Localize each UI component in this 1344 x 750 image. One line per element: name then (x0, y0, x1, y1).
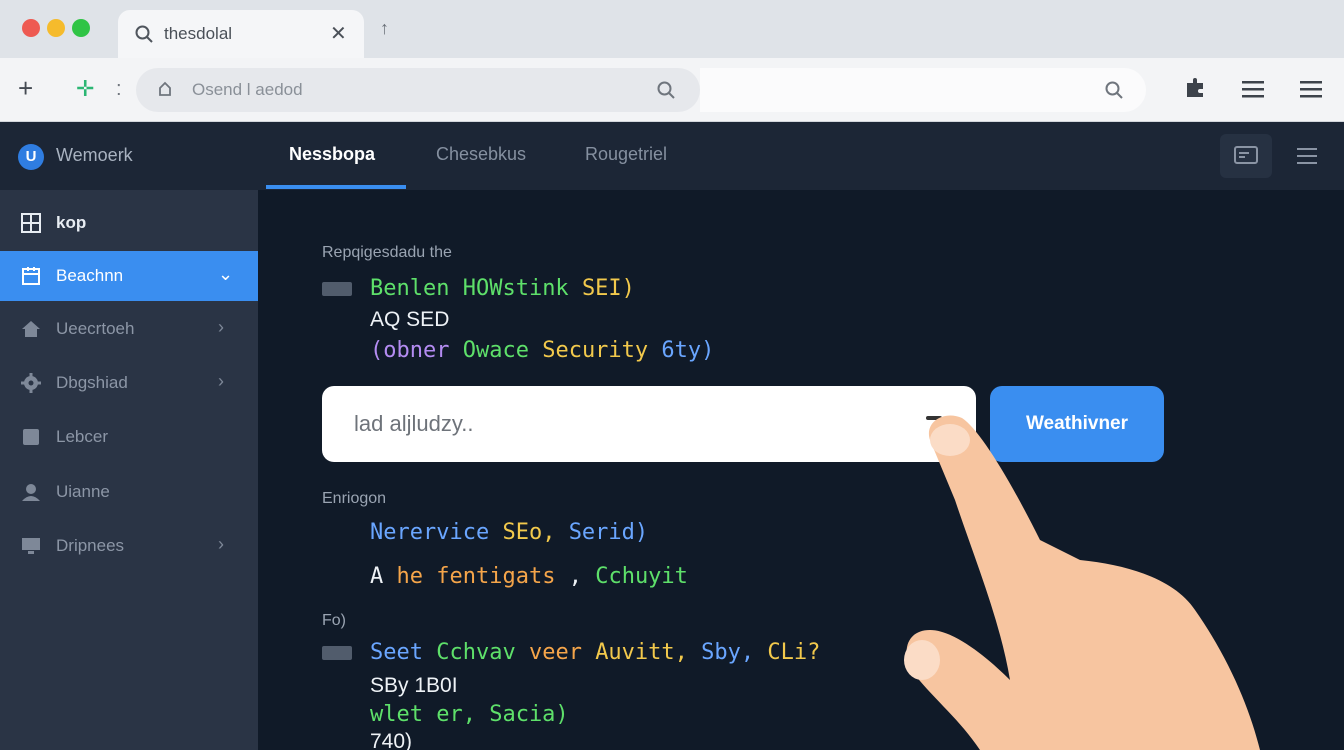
sidebar-item-beachnn[interactable]: Beachnn ⌄ (0, 251, 258, 301)
app-window: U Wemoerk kop Beachnn ⌄ Ueecrtoeh › Dbgs… (0, 122, 1344, 750)
brand-name: Wemoerk (56, 145, 133, 165)
monitor-icon (22, 538, 40, 554)
minimize-window-button[interactable] (47, 19, 65, 37)
menu-icon[interactable] (1296, 146, 1318, 166)
active-tab-indicator (266, 185, 406, 189)
tab-rougetriel[interactable]: Rougetriel (585, 144, 667, 165)
sidebar: U Wemoerk kop Beachnn ⌄ Ueecrtoeh › Dbgs… (0, 122, 258, 750)
menu-icon[interactable] (1298, 78, 1324, 100)
search-icon[interactable] (656, 80, 676, 100)
browser-tab[interactable]: thesdolal ✕ (118, 10, 364, 58)
close-window-button[interactable] (22, 19, 40, 37)
code-line: Benlen HOWstink SEI) (370, 276, 635, 301)
search-input[interactable] (322, 386, 912, 462)
omnibox-extension[interactable] (700, 68, 1146, 112)
code-line: wlet er, Sacia) (370, 702, 569, 727)
puzzle-icon[interactable] (1184, 76, 1208, 100)
sidebar-item-label: Ueecrtoeh (56, 319, 135, 338)
code-line: 740) (370, 730, 413, 750)
section-label: Enriogon (322, 490, 387, 507)
sidebar-item-label: Dripnees (56, 536, 125, 555)
chevron-right-icon: › (218, 534, 224, 554)
sidebar-item-lebcer[interactable]: Lebcer (0, 412, 258, 462)
code-line: A he fentigats , Cchuyit (370, 564, 688, 589)
maximize-window-button[interactable] (72, 19, 90, 37)
code-line: Nerervice SEo, Serid) (370, 520, 649, 545)
extension-icon[interactable]: ✛ (76, 76, 94, 102)
sidebar-item-label: Lebcer (56, 427, 108, 446)
code-line: SBy 1B0I (370, 674, 458, 697)
grid-icon (21, 213, 41, 233)
tab-nessbopa[interactable]: Nessbopa (289, 144, 375, 165)
sidebar-item-label: Dbgshiad (56, 373, 128, 392)
code-line: Seet Cchvav veer Auvitt, Sby, CLi? (370, 640, 821, 665)
browser-titlebar: thesdolal ✕ ↑ (0, 0, 1344, 58)
new-tab-button[interactable]: ↑ (380, 18, 389, 39)
address-bar[interactable]: Osend l aedod (136, 68, 700, 112)
tab-bar: Nessbopa Chesebkus Rougetriel (258, 122, 1344, 190)
list-icon[interactable] (1240, 78, 1266, 100)
gear-icon (21, 373, 41, 393)
sidebar-item-label: Uianne (56, 482, 110, 501)
more-icon[interactable]: : (116, 76, 122, 102)
calendar-icon (22, 267, 40, 285)
gutter-marker (322, 282, 352, 296)
close-icon[interactable]: ✕ (330, 21, 347, 46)
search-icon (135, 25, 153, 43)
code-line: AQ SED (370, 308, 450, 331)
code-line: (obner Owace Security 6ty) (370, 338, 715, 363)
sidebar-item-dbgshiad[interactable]: Dbgshiad › (0, 358, 258, 408)
sidebar-header: U Wemoerk (0, 122, 258, 190)
square-icon (23, 429, 39, 445)
section-label: Fo) (322, 612, 346, 629)
sidebar-item-ueecrtoeh[interactable]: Ueecrtoeh › (0, 304, 258, 354)
tab-chesebkus[interactable]: Chesebkus (436, 144, 526, 165)
chevron-down-icon: ⌄ (218, 264, 234, 284)
home-icon (22, 321, 40, 337)
search-icon[interactable] (1104, 80, 1124, 100)
sidebar-item-dripnees[interactable]: Dripnees › (0, 521, 258, 571)
sidebar-item-label: Beachnn (56, 266, 124, 285)
browser-toolbar: + ✛ : Osend l aedod (0, 58, 1344, 122)
section-label: Repqigesdadu the (322, 244, 452, 261)
dropdown-caret-icon[interactable] (926, 416, 942, 420)
gutter-marker (322, 646, 352, 660)
search-submit-button[interactable]: Weathivner (990, 386, 1164, 462)
panel-icon (1234, 146, 1258, 164)
address-text: Osend l aedod (192, 80, 303, 99)
chevron-right-icon: › (218, 371, 224, 391)
lock-icon (159, 81, 171, 96)
panel-toggle-button[interactable] (1220, 134, 1272, 178)
tab-title: thesdolal (164, 24, 233, 43)
sidebar-item-label: kop (56, 213, 87, 232)
chevron-right-icon: › (218, 317, 224, 337)
user-icon (22, 484, 40, 501)
sidebar-item-uianne[interactable]: Uianne (0, 467, 258, 517)
sidebar-item-kop[interactable]: kop (0, 198, 258, 248)
plus-icon[interactable]: + (18, 74, 33, 102)
brand-logo: U (18, 144, 44, 170)
search-field[interactable] (322, 386, 976, 462)
main-content: Repqigesdadu the Benlen HOWstink SEI) AQ… (258, 190, 1344, 750)
